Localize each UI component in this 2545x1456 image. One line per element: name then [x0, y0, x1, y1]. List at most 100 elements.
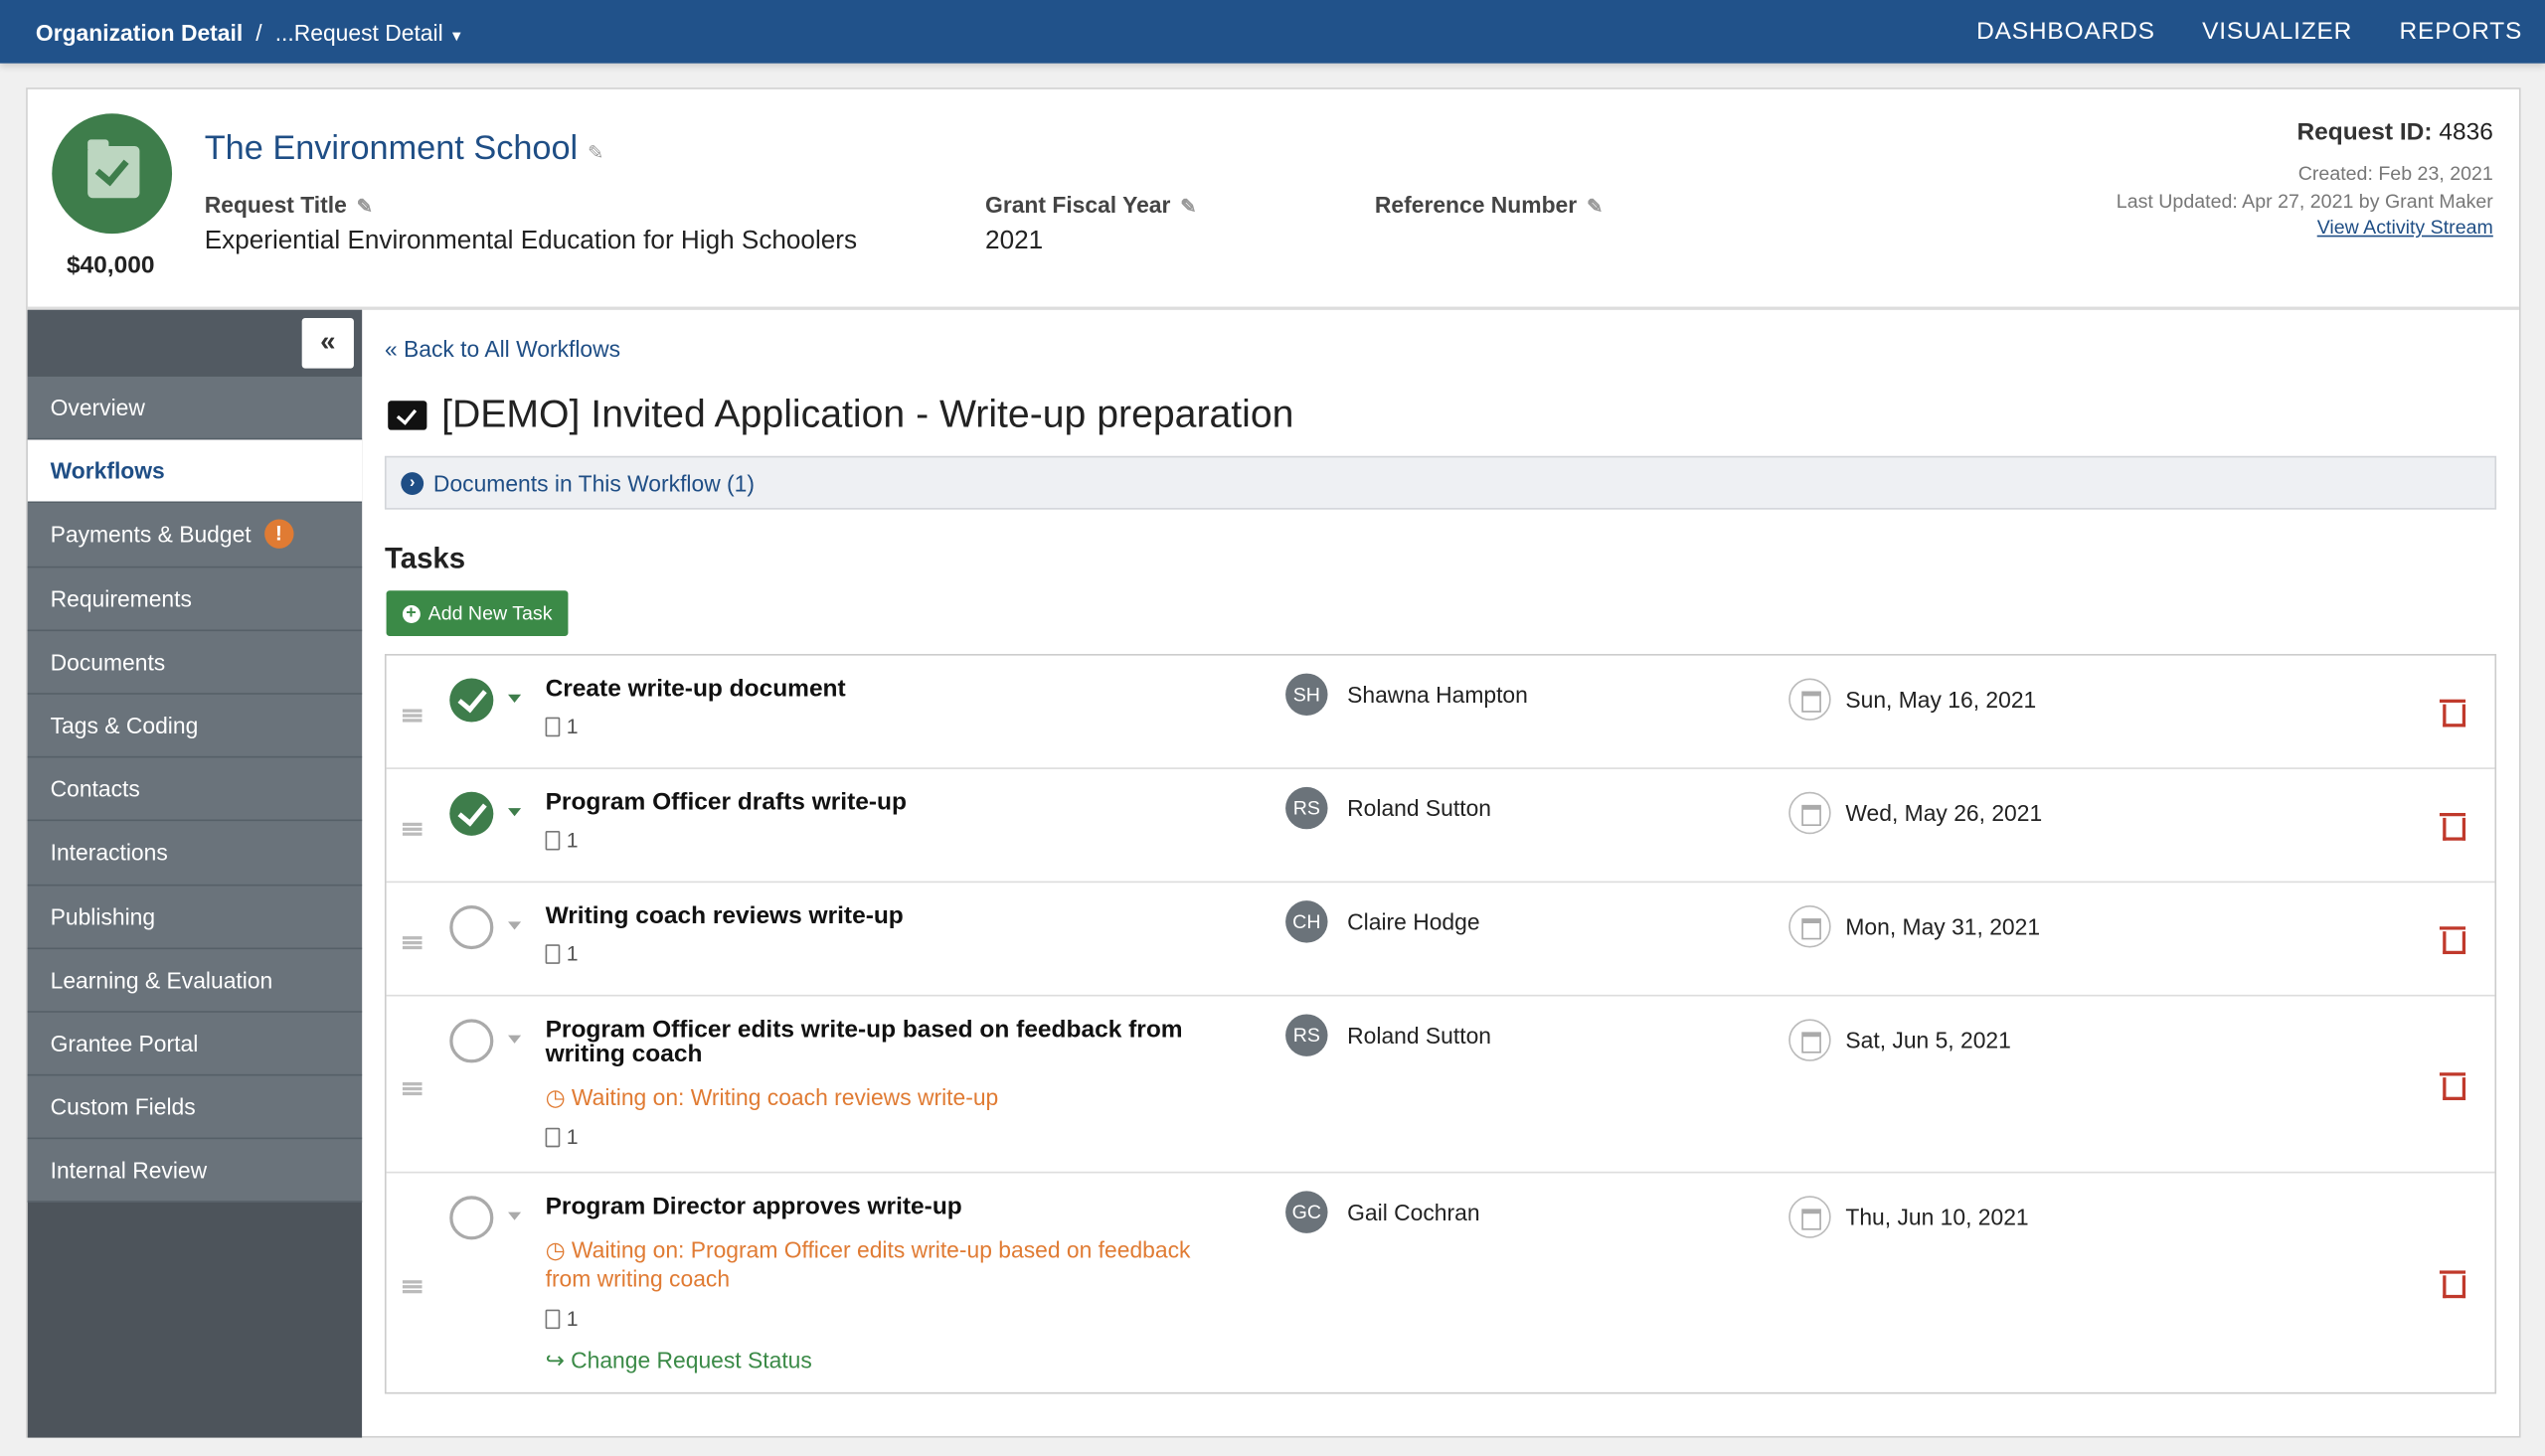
nav-dashboards[interactable]: DASHBOARDS: [1976, 18, 2155, 46]
assignee-name[interactable]: Claire Hodge: [1347, 908, 1479, 934]
nav-visualizer[interactable]: VISUALIZER: [2202, 18, 2352, 46]
drag-handle-icon[interactable]: [402, 936, 423, 950]
due-date[interactable]: Wed, May 26, 2021: [1845, 800, 2042, 826]
task-title[interactable]: Program Officer edits write-up based on …: [546, 1018, 1195, 1066]
trash-icon[interactable]: [2439, 925, 2466, 955]
folder-check-icon: [388, 401, 427, 430]
sidebar-item-publishing[interactable]: Publishing: [27, 885, 363, 949]
document-count[interactable]: 1: [567, 714, 579, 737]
edit-pencil-icon[interactable]: ✎: [588, 141, 603, 164]
edit-pencil-icon[interactable]: ✎: [357, 195, 373, 218]
task-title[interactable]: Writing coach reviews write-up: [546, 903, 1195, 927]
document-count[interactable]: 1: [567, 828, 579, 852]
assignee-name[interactable]: Gail Cochran: [1347, 1200, 1479, 1225]
trash-icon[interactable]: [2439, 698, 2466, 728]
sidebar-item-label: Payments & Budget: [50, 521, 252, 548]
sidebar-item-label: Learning & Evaluation: [50, 966, 273, 993]
documents-toggle-label: Documents in This Workflow (1): [432, 469, 756, 496]
status-dropdown-caret-icon[interactable]: [508, 921, 522, 930]
drag-handle-icon[interactable]: [402, 1081, 423, 1095]
view-activity-stream-link[interactable]: View Activity Stream: [2117, 216, 2493, 239]
task-complete-check-icon[interactable]: [449, 791, 494, 836]
due-date[interactable]: Sat, Jun 5, 2021: [1845, 1027, 2010, 1052]
request-amount: $40,000: [66, 251, 155, 279]
breadcrumb-organization-detail[interactable]: Organization Detail: [36, 20, 243, 46]
edit-pencil-icon[interactable]: ✎: [1587, 195, 1603, 218]
task-incomplete-circle-icon[interactable]: [449, 1019, 494, 1063]
task-list: Create write-up document 1 SH Shawna Hampto…: [384, 653, 2497, 1394]
drag-handle-icon[interactable]: [402, 822, 423, 836]
document-icon: [545, 830, 561, 850]
task-complete-check-icon[interactable]: [449, 678, 494, 723]
sidebar-item-learning-evaluation[interactable]: Learning & Evaluation: [27, 948, 363, 1013]
caret-down-icon: ▼: [449, 27, 464, 45]
task-incomplete-circle-icon[interactable]: [449, 1196, 494, 1240]
breadcrumb-request-detail-dropdown[interactable]: ...Request Detail ▼: [275, 20, 464, 46]
add-new-task-button[interactable]: + Add New Task: [386, 590, 569, 637]
calendar-icon[interactable]: [1788, 1196, 1831, 1238]
sidebar-item-contacts[interactable]: Contacts: [27, 757, 363, 822]
sidebar-item-label: Interactions: [50, 839, 168, 866]
document-count[interactable]: 1: [567, 941, 579, 965]
assignee-name[interactable]: Shawna Hampton: [1347, 682, 1528, 708]
task-title[interactable]: Create write-up document: [546, 677, 1195, 701]
document-count[interactable]: 1: [567, 1124, 579, 1148]
task-row: Program Officer drafts write-up 1 RS Roland…: [386, 769, 2495, 884]
sidebar-item-label: Requirements: [50, 584, 192, 611]
due-date[interactable]: Thu, Jun 10, 2021: [1845, 1204, 2028, 1229]
trash-icon[interactable]: [2439, 1268, 2466, 1298]
calendar-icon[interactable]: [1788, 791, 1831, 835]
status-dropdown-caret-icon[interactable]: [508, 1212, 522, 1220]
sidebar-item-workflows[interactable]: Workflows: [27, 439, 363, 504]
status-dropdown-caret-icon[interactable]: [508, 1035, 522, 1044]
change-request-status-link[interactable]: ↪ Change Request Status: [546, 1348, 1195, 1373]
workflow-title: [DEMO] Invited Application - Write-up pr…: [441, 393, 1294, 437]
sidebar-item-payments-budget[interactable]: Payments & Budget!: [27, 503, 363, 567]
sidebar-item-documents[interactable]: Documents: [27, 630, 363, 695]
assignee-avatar: GC: [1285, 1191, 1328, 1233]
sidebar-item-grantee-portal[interactable]: Grantee Portal: [27, 1012, 363, 1076]
drag-handle-icon[interactable]: [402, 1279, 423, 1293]
sidebar-item-tags-coding[interactable]: Tags & Coding: [27, 694, 363, 758]
nav-reports[interactable]: REPORTS: [2400, 18, 2523, 46]
calendar-icon[interactable]: [1788, 1019, 1831, 1061]
calendar-icon[interactable]: [1788, 905, 1831, 948]
document-count[interactable]: 1: [567, 1306, 579, 1330]
assignee-name[interactable]: Roland Sutton: [1347, 1023, 1491, 1049]
due-date[interactable]: Mon, May 31, 2021: [1845, 913, 2040, 939]
sidebar-item-label: Contacts: [50, 775, 140, 802]
sidebar-item-interactions[interactable]: Interactions: [27, 821, 363, 886]
sidebar-item-custom-fields[interactable]: Custom Fields: [27, 1075, 363, 1140]
sidebar-item-internal-review[interactable]: Internal Review: [27, 1139, 363, 1204]
reference-number-field: Reference Number ✎: [1375, 192, 1603, 228]
sidebar-item-overview[interactable]: Overview: [27, 376, 363, 440]
status-dropdown-caret-icon[interactable]: [508, 694, 522, 703]
due-date[interactable]: Sun, May 16, 2021: [1845, 687, 2036, 713]
trash-icon[interactable]: [2439, 1070, 2466, 1100]
task-title[interactable]: Program Officer drafts write-up: [546, 790, 1195, 814]
documents-in-workflow-toggle[interactable]: › Documents in This Workflow (1): [384, 455, 2497, 510]
request-id-label: Request ID:: [2296, 118, 2433, 146]
task-row: Program Director approves write-up ◷ Wait…: [387, 1173, 2495, 1391]
created-date: Created: Feb 23, 2021: [2297, 162, 2493, 186]
field-value: Experiential Environmental Education for…: [204, 227, 858, 255]
task-incomplete-circle-icon[interactable]: [449, 905, 494, 950]
org-name-link[interactable]: The Environment School: [205, 130, 578, 168]
field-value: 2021: [985, 227, 1044, 255]
drag-handle-icon[interactable]: [402, 709, 423, 723]
field-label: Grant Fiscal Year: [985, 191, 1171, 218]
status-dropdown-caret-icon[interactable]: [508, 808, 522, 817]
document-icon: [545, 943, 561, 964]
sidebar-item-requirements[interactable]: Requirements: [27, 566, 363, 631]
sidebar-item-label: Overview: [50, 394, 145, 421]
assignee-name[interactable]: Roland Sutton: [1347, 795, 1491, 821]
calendar-icon[interactable]: [1788, 678, 1831, 721]
back-to-workflows-link[interactable]: « Back to All Workflows: [385, 336, 620, 362]
assignee-avatar: CH: [1285, 900, 1328, 943]
trash-icon[interactable]: [2439, 811, 2466, 841]
clock-icon: ◷: [545, 1083, 566, 1110]
collapse-sidebar-button[interactable]: «: [301, 318, 354, 369]
task-title[interactable]: Program Director approves write-up: [546, 1195, 1195, 1218]
edit-pencil-icon[interactable]: ✎: [1180, 195, 1196, 218]
sidebar-item-label: Tags & Coding: [50, 712, 199, 738]
